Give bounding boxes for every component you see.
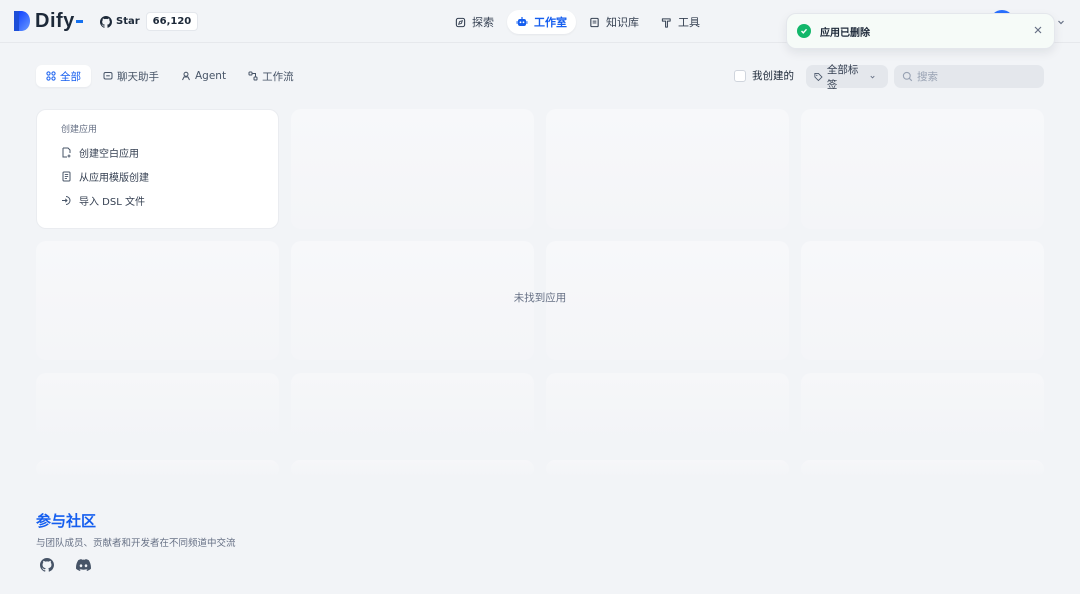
nav-explore[interactable]: 探索: [446, 10, 503, 34]
app-type-tabs: 全部 聊天助手 Agent 工作流: [36, 65, 304, 87]
template-icon: [62, 171, 71, 181]
workflow-icon: [248, 71, 258, 81]
tab-all[interactable]: 全部: [36, 65, 91, 87]
success-toast: 应用已删除: [786, 13, 1055, 49]
tag-filter-dropdown[interactable]: 全部标签: [806, 64, 888, 91]
main-nav: 探索 工作室 知识库 工具: [446, 10, 709, 34]
import-dsl-file[interactable]: 导入 DSL 文件: [61, 191, 254, 209]
logo-dot: [75, 19, 83, 23]
create-from-template[interactable]: 从应用模版创建: [61, 167, 254, 185]
created-by-me-filter[interactable]: 我创建的: [734, 68, 794, 83]
app-card-placeholder: [36, 241, 279, 360]
tab-workflow[interactable]: 工作流: [238, 65, 304, 87]
community-subtitle: 与团队成员、贡献者和开发者在不同频道中交流: [36, 538, 236, 549]
chevron-down-icon: [870, 75, 875, 79]
create-blank-app-label: 创建空白应用: [79, 148, 139, 160]
community-section: 参与社区 与团队成员、贡献者和开发者在不同频道中交流: [36, 510, 236, 549]
search-box[interactable]: [894, 65, 1044, 88]
github-star-widget[interactable]: Star 66,120: [100, 11, 199, 32]
app-card-placeholder: [546, 109, 789, 229]
dify-logo-icon: [14, 11, 30, 31]
created-by-me-label: 我创建的: [752, 70, 794, 82]
empty-state-message: 未找到应用: [513, 292, 567, 304]
import-icon: [62, 195, 71, 205]
nav-studio[interactable]: 工作室: [507, 10, 576, 34]
github-star-label: Star: [116, 16, 140, 27]
github-star-count[interactable]: 66,120: [145, 12, 199, 31]
created-by-me-checkbox[interactable]: [734, 69, 746, 82]
tab-chat[interactable]: 聊天助手: [93, 65, 169, 87]
compass-icon: [455, 17, 466, 27]
robot-icon: [516, 17, 528, 26]
community-links: [36, 556, 94, 574]
grid-icon: [46, 71, 56, 81]
github-star-button[interactable]: Star: [100, 15, 146, 28]
nav-knowledge-label: 知识库: [606, 16, 639, 29]
file-plus-icon: [62, 147, 71, 157]
create-blank-app[interactable]: 创建空白应用: [61, 143, 254, 161]
community-title: 参与社区: [36, 512, 97, 530]
nav-tools-label: 工具: [678, 16, 700, 29]
app-card-placeholder: [291, 460, 534, 478]
tab-agent-label: Agent: [195, 70, 227, 82]
agent-icon: [182, 71, 190, 81]
import-dsl-file-label: 导入 DSL 文件: [79, 196, 145, 208]
hammer-icon: [661, 17, 671, 28]
logo-text: Dify: [35, 9, 75, 32]
tag-icon: [814, 72, 823, 81]
github-icon: [100, 15, 112, 28]
app-card-placeholder: [801, 460, 1044, 478]
nav-knowledge[interactable]: 知识库: [580, 10, 648, 34]
toast-message: 应用已删除: [820, 27, 870, 39]
app-card-placeholder: [546, 460, 789, 478]
discord-icon[interactable]: [72, 556, 94, 574]
tag-filter-label: 全部标签: [826, 63, 859, 91]
tab-workflow-label: 工作流: [262, 70, 294, 83]
app-card-placeholder: [36, 373, 279, 443]
github-icon[interactable]: [36, 556, 58, 574]
chat-icon: [103, 72, 113, 80]
create-from-template-label: 从应用模版创建: [79, 172, 149, 184]
tab-chat-label: 聊天助手: [117, 70, 159, 83]
dify-logo[interactable]: Dify: [12, 9, 83, 33]
app-card-placeholder: [801, 241, 1044, 360]
app-card-placeholder: [546, 373, 789, 443]
nav-tools[interactable]: 工具: [652, 10, 709, 34]
create-app-title: 创建应用: [61, 125, 98, 135]
app-card-placeholder: [801, 373, 1044, 443]
tab-all-label: 全部: [60, 70, 81, 83]
book-icon: [590, 17, 599, 27]
check-circle-icon: [797, 24, 811, 38]
app-card-placeholder: [291, 373, 534, 443]
search-input[interactable]: [917, 70, 1027, 83]
nav-studio-label: 工作室: [534, 16, 567, 29]
app-card-placeholder: [36, 460, 279, 478]
chevron-down-icon: [1058, 20, 1064, 25]
app-card-placeholder: [291, 109, 534, 229]
app-card-placeholder: [801, 109, 1044, 229]
search-icon: [902, 71, 913, 82]
tab-agent[interactable]: Agent: [171, 65, 236, 87]
close-icon[interactable]: [1032, 25, 1044, 37]
create-app-card: 创建应用 创建空白应用 从应用模版创建 导入 DSL 文件: [36, 109, 279, 229]
nav-explore-label: 探索: [472, 16, 494, 29]
